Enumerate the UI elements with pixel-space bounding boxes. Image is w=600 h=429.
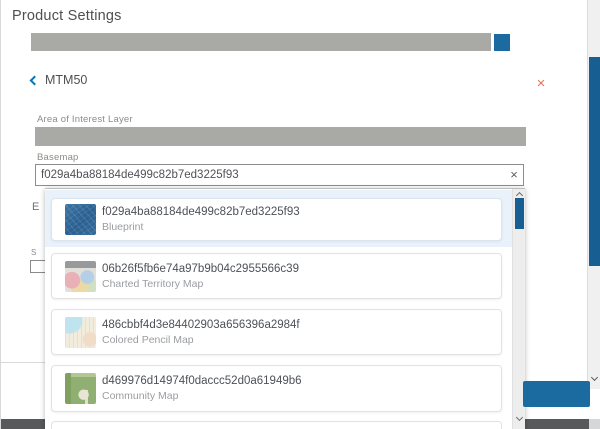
item-id: d469976d14974f0daccc52d0a61949b6 [102, 375, 302, 387]
dropdown-scrollbar-thumb[interactable] [515, 198, 524, 229]
accent-square[interactable] [494, 34, 510, 51]
basemap-combobox: × [35, 164, 524, 186]
list-item-charted-territory[interactable]: 06b26f5fb6e74a97b9b04c2955566c39 Charted… [51, 253, 502, 299]
window-scrollbar-thumb[interactable] [589, 57, 600, 266]
hidden-field-label-e: E [32, 201, 39, 213]
item-name: Community Map [102, 390, 302, 402]
chevron-left-icon [30, 75, 40, 85]
close-icon[interactable]: × [532, 75, 550, 93]
item-name: Charted Territory Map [102, 278, 299, 290]
area-of-interest-input[interactable] [35, 127, 526, 146]
item-id: f029a4ba88184de499c82b7ed3225f93 [102, 206, 300, 218]
area-of-interest-label: Area of Interest Layer [37, 114, 133, 125]
hidden-field-label-s: S [31, 248, 36, 257]
colored-pencil-thumbnail [65, 317, 96, 348]
scroll-down-icon[interactable] [515, 414, 522, 421]
list-item-community-map[interactable]: d469976d14974f0daccc52d0a61949b6 Communi… [51, 365, 502, 412]
footer-divider [1, 362, 45, 363]
back-button-mtm50[interactable]: MTM50 [31, 71, 87, 89]
redacted-bar-top [31, 33, 491, 51]
clear-input-icon[interactable]: × [505, 165, 523, 185]
product-settings-window: Product Settings MTM50 × Area of Interes… [0, 0, 600, 429]
item-id: 486cbbf4d3e84402903a656396a2984f [102, 319, 300, 331]
list-item-partial[interactable] [51, 421, 502, 429]
window-scrollbar[interactable] [587, 0, 600, 389]
list-item-blueprint[interactable]: f029a4ba88184de499c82b7ed3225f93 Bluepri… [51, 198, 502, 241]
item-name: Colored Pencil Map [102, 334, 300, 346]
blueprint-thumbnail [65, 204, 96, 235]
item-id: 06b26f5fb6e74a97b9b04c2955566c39 [102, 263, 299, 275]
basemap-dropdown-list: f029a4ba88184de499c82b7ed3225f93 Bluepri… [45, 188, 525, 429]
basemap-input[interactable] [36, 165, 505, 185]
item-name: Blueprint [102, 221, 300, 233]
window-bottom-edge-corner [589, 419, 600, 429]
hidden-checkbox[interactable] [30, 260, 46, 273]
back-label: MTM50 [45, 73, 87, 87]
page-title: Product Settings [12, 8, 122, 24]
charted-territory-thumbnail [65, 261, 96, 292]
primary-action-button[interactable] [523, 381, 590, 407]
basemap-label: Basemap [37, 152, 79, 163]
window-scroll-down-icon[interactable] [590, 374, 597, 381]
list-item-colored-pencil[interactable]: 486cbbf4d3e84402903a656396a2984f Colored… [51, 309, 502, 355]
community-map-thumbnail [65, 373, 96, 404]
